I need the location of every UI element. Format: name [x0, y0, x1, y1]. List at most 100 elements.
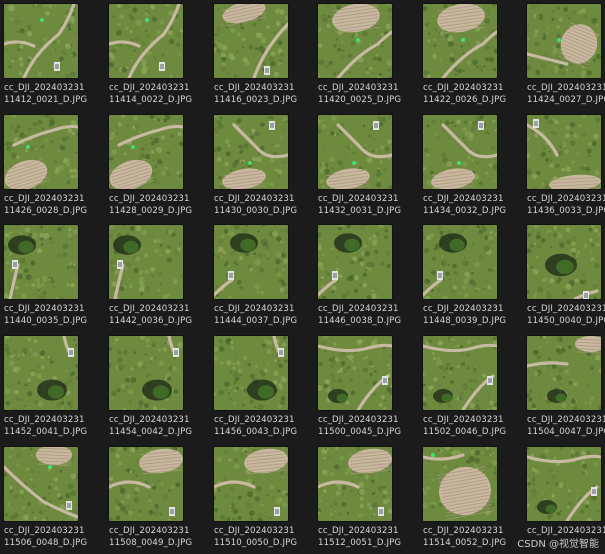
- file-name-line-1: cc_DJI_202403231: [318, 415, 399, 425]
- file-name: cc_DJI_202403231 11454_0042_D.JPG: [109, 414, 209, 438]
- file-tile[interactable]: cc_DJI_202403231 11422_0026_D.JPG: [419, 0, 519, 108]
- aerial-photo-thumbnail[interactable]: [318, 225, 392, 299]
- aerial-photo-thumbnail[interactable]: [109, 336, 183, 410]
- aerial-photo-thumbnail[interactable]: [109, 225, 183, 299]
- file-tile[interactable]: cc_DJI_202403231 11442_0036_D.JPG: [105, 221, 205, 329]
- file-name-line-2: 11446_0038_D.JPG: [318, 316, 402, 326]
- file-tile[interactable]: cc_DJI_202403231 11508_0049_D.JPG: [105, 443, 205, 551]
- file-tile[interactable]: cc_DJI_202403231 11416_0023_D.JPG: [210, 0, 310, 108]
- thumbnail-grid: cc_DJI_202403231 11412_0021_D.JPG cc_DJI_2…: [0, 0, 605, 554]
- file-tile[interactable]: cc_DJI_202403231 11454_0042_D.JPG: [105, 332, 205, 440]
- file-name-line-2: 11514_0052_D.JPG: [423, 538, 507, 548]
- aerial-photo-thumbnail[interactable]: [214, 447, 288, 521]
- file-tile[interactable]: cc_DJI_202403231 11414_0022_D.JPG: [105, 0, 205, 108]
- file-name-line-2: 11428_0029_D.JPG: [109, 206, 193, 216]
- file-tile[interactable]: cc_DJI_202403231 11412_0021_D.JPG: [0, 0, 100, 108]
- aerial-photo-thumbnail[interactable]: [4, 447, 78, 521]
- aerial-photo-thumbnail[interactable]: [4, 225, 78, 299]
- aerial-photo-thumbnail[interactable]: [318, 336, 392, 410]
- file-name-line-2: 11506_0048_D.JPG: [4, 538, 88, 548]
- aerial-photo-thumbnail[interactable]: [423, 225, 497, 299]
- file-name-line-1: cc_DJI_202403231: [4, 526, 85, 536]
- file-tile[interactable]: cc_DJI_202403231 11440_0035_D.JPG: [0, 221, 100, 329]
- aerial-photo-thumbnail[interactable]: [318, 115, 392, 189]
- file-tile[interactable]: cc_DJI_202403231 11504_0047_D.JPG: [523, 332, 605, 440]
- file-name-line-1: cc_DJI_202403231: [109, 304, 190, 314]
- file-tile[interactable]: cc_DJI_202403231 11434_0032_D.JPG: [419, 111, 519, 219]
- file-tile[interactable]: cc_DJI_202403231 11450_0040_D.JPG: [523, 221, 605, 329]
- aerial-photo-thumbnail[interactable]: [318, 4, 392, 78]
- aerial-photo-thumbnail[interactable]: [214, 115, 288, 189]
- file-name: cc_DJI_202403231 11512_0051_D.JPG: [318, 525, 418, 549]
- file-name: cc_DJI_202403231 11422_0026_D.JPG: [423, 82, 523, 106]
- file-name: cc_DJI_202403231 11506_0048_D.JPG: [4, 525, 104, 549]
- file-name-line-2: 11510_0050_D.JPG: [214, 538, 298, 548]
- file-name: cc_DJI_202403231 11510_0050_D.JPG: [214, 525, 314, 549]
- file-name-line-2: 11448_0039_D.JPG: [423, 316, 507, 326]
- file-tile[interactable]: cc_DJI_202403231 11512_0051_D.JPG: [314, 443, 414, 551]
- aerial-photo-thumbnail[interactable]: [423, 115, 497, 189]
- file-tile[interactable]: cc_DJI_202403231 11500_0045_D.JPG: [314, 332, 414, 440]
- aerial-photo-thumbnail[interactable]: [423, 447, 497, 521]
- aerial-photo-thumbnail[interactable]: [214, 225, 288, 299]
- file-tile[interactable]: cc_DJI_202403231 11426_0028_D.JPG: [0, 111, 100, 219]
- file-tile[interactable]: cc_DJI_202403231 11430_0030_D.JPG: [210, 111, 310, 219]
- file-tile[interactable]: cc_DJI_202403231 11456_0043_D.JPG: [210, 332, 310, 440]
- file-name: cc_DJI_202403231 11412_0021_D.JPG: [4, 82, 104, 106]
- file-name-line-2: 11454_0042_D.JPG: [109, 427, 193, 437]
- file-name-line-1: cc_DJI_202403231: [4, 194, 85, 204]
- file-tile[interactable]: cc_DJI_202403231 11506_0048_D.JPG: [0, 443, 100, 551]
- file-name-line-1: cc_DJI_202403231: [423, 83, 504, 93]
- aerial-photo-thumbnail[interactable]: [109, 447, 183, 521]
- file-name-line-1: cc_DJI_202403231: [423, 526, 504, 536]
- file-name: cc_DJI_202403231 11450_0040_D.JPG: [527, 303, 605, 327]
- file-tile[interactable]: cc_DJI_202403231 11448_0039_D.JPG: [419, 221, 519, 329]
- file-tile[interactable]: cc_DJI_202403231 11432_0031_D.JPG: [314, 111, 414, 219]
- file-name-line-1: cc_DJI_202403231: [423, 194, 504, 204]
- file-tile[interactable]: cc_DJI_202403231 11424_0027_D.JPG: [523, 0, 605, 108]
- aerial-photo-thumbnail[interactable]: [527, 225, 601, 299]
- file-tile[interactable]: cc_DJI_202403231 11452_0041_D.JPG: [0, 332, 100, 440]
- aerial-photo-thumbnail[interactable]: [4, 115, 78, 189]
- file-name: cc_DJI_202403231 11420_0025_D.JPG: [318, 82, 418, 106]
- file-name-line-2: 11456_0043_D.JPG: [214, 427, 298, 437]
- file-name-line-1: cc_DJI_202403231: [318, 304, 399, 314]
- aerial-photo-thumbnail[interactable]: [4, 4, 78, 78]
- file-name: cc_DJI_202403231 11428_0029_D.JPG: [109, 193, 209, 217]
- file-name-line-1: cc_DJI_202403231: [318, 83, 399, 93]
- aerial-photo-thumbnail[interactable]: [214, 4, 288, 78]
- aerial-photo-thumbnail[interactable]: [109, 4, 183, 78]
- file-tile[interactable]: cc_DJI_202403231 11444_0037_D.JPG: [210, 221, 310, 329]
- aerial-photo-thumbnail[interactable]: [423, 336, 497, 410]
- file-name: cc_DJI_202403231 11456_0043_D.JPG: [214, 414, 314, 438]
- file-name-line-2: 11444_0037_D.JPG: [214, 316, 298, 326]
- file-name-line-1: cc_DJI_202403231: [109, 526, 190, 536]
- file-tile[interactable]: cc_DJI_202403231 11420_0025_D.JPG: [314, 0, 414, 108]
- file-name: cc_DJI_202403231 11440_0035_D.JPG: [4, 303, 104, 327]
- aerial-photo-thumbnail[interactable]: [318, 447, 392, 521]
- file-name-line-2: 11430_0030_D.JPG: [214, 206, 298, 216]
- file-tile[interactable]: cc_DJI_202403231 11446_0038_D.JPG: [314, 221, 414, 329]
- file-name: cc_DJI_202403231 11500_0045_D.JPG: [318, 414, 418, 438]
- file-name-line-2: 11502_0046_D.JPG: [423, 427, 507, 437]
- file-tile[interactable]: cc_DJI_202403231 11428_0029_D.JPG: [105, 111, 205, 219]
- file-tile[interactable]: cc_DJI_202403231 11510_0050_D.JPG: [210, 443, 310, 551]
- file-tile[interactable]: cc_DJI_202403231 11514_0052_D.JPG: [419, 443, 519, 551]
- aerial-photo-thumbnail[interactable]: [214, 336, 288, 410]
- file-name-line-1: cc_DJI_202403231: [527, 194, 605, 204]
- file-tile[interactable]: cc_DJI_202403231 11436_0033_D.JPG: [523, 111, 605, 219]
- aerial-photo-thumbnail[interactable]: [527, 4, 601, 78]
- aerial-photo-thumbnail[interactable]: [109, 115, 183, 189]
- file-name: cc_DJI_202403231 11432_0031_D.JPG: [318, 193, 418, 217]
- aerial-photo-thumbnail[interactable]: [527, 336, 601, 410]
- file-name-line-1: cc_DJI_202403231: [214, 83, 295, 93]
- file-name-line-1: cc_DJI_202403231: [4, 83, 85, 93]
- aerial-photo-thumbnail[interactable]: [423, 4, 497, 78]
- aerial-photo-thumbnail[interactable]: [4, 336, 78, 410]
- file-name-line-1: cc_DJI_202403231: [214, 304, 295, 314]
- aerial-photo-thumbnail[interactable]: [527, 447, 601, 521]
- aerial-photo-thumbnail[interactable]: [527, 115, 601, 189]
- file-name-line-1: cc_DJI_202403231: [214, 194, 295, 204]
- file-name-line-1: cc_DJI_202403231: [423, 304, 504, 314]
- file-tile[interactable]: cc_DJI_202403231 11502_0046_D.JPG: [419, 332, 519, 440]
